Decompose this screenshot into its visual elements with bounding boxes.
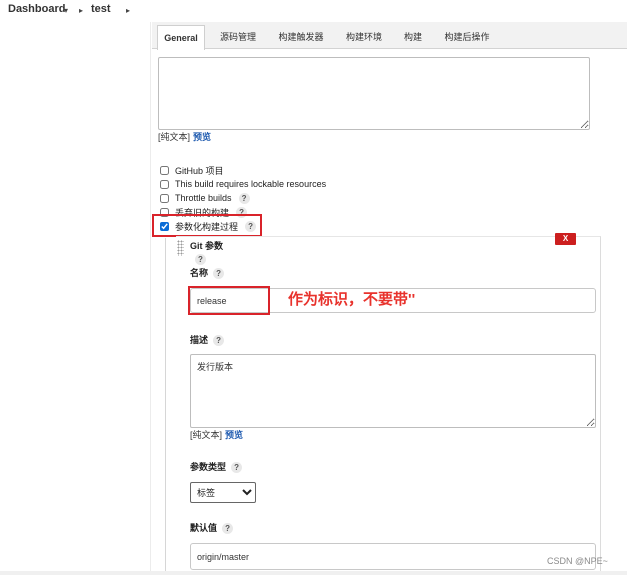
bottom-scroll-strip bbox=[0, 571, 627, 575]
default-value-input[interactable] bbox=[190, 543, 596, 570]
drag-handle-icon[interactable] bbox=[177, 240, 184, 256]
description-label-text: 描述 bbox=[190, 335, 209, 345]
help-icon[interactable]: ? bbox=[195, 254, 206, 265]
parameter-type-select[interactable]: 标签 bbox=[190, 482, 256, 503]
default-value-label-text: 默认值 bbox=[190, 523, 218, 533]
parameter-title: Git 参数 bbox=[190, 241, 223, 251]
config-tab-bar: General 源码管理 构建触发器 构建环境 构建 构建后操作 bbox=[152, 22, 627, 50]
tab-source-code-management[interactable]: 源码管理 bbox=[216, 25, 260, 49]
main-panel-divider bbox=[150, 22, 151, 575]
option-label: GitHub 项目 bbox=[175, 165, 224, 176]
help-icon[interactable]: ? bbox=[231, 462, 243, 473]
annotation-note: 作为标识，不要带'' bbox=[288, 291, 416, 308]
help-icon[interactable]: ? bbox=[213, 268, 225, 279]
highlight-box-name bbox=[188, 286, 270, 315]
breadcrumb: Dashboard ▾ ▸ test ▸ bbox=[0, 0, 150, 18]
preview-link[interactable]: 预览 bbox=[193, 132, 211, 142]
description-label: 描述? bbox=[190, 334, 225, 346]
plain-text-label: [纯文本] bbox=[158, 132, 191, 142]
breadcrumb-dashboard[interactable]: Dashboard bbox=[8, 3, 65, 16]
default-value-label: 默认值? bbox=[190, 522, 234, 534]
name-label-text: 名称 bbox=[190, 268, 209, 278]
chevron-right-icon: ▸ bbox=[79, 6, 84, 15]
tab-build-triggers[interactable]: 构建触发器 bbox=[274, 25, 328, 49]
option-label: This build requires lockable resources bbox=[175, 179, 327, 189]
description-format-bar: [纯文本] 预览 bbox=[158, 132, 211, 143]
lockable-resources-checkbox[interactable] bbox=[160, 179, 169, 189]
help-icon[interactable]: ? bbox=[238, 192, 250, 204]
preview-link[interactable]: 预览 bbox=[225, 430, 243, 440]
plain-text-label: [纯文本] bbox=[190, 430, 223, 440]
chevron-right-icon: ▸ bbox=[126, 6, 131, 15]
tab-post-build-actions[interactable]: 构建后操作 bbox=[440, 25, 494, 49]
option-throttle-builds[interactable]: Throttle builds ? bbox=[160, 192, 250, 204]
help-icon[interactable]: ? bbox=[213, 335, 225, 346]
name-label: 名称? bbox=[190, 267, 225, 279]
delete-parameter-button[interactable]: X bbox=[555, 233, 576, 245]
option-label: Throttle builds bbox=[175, 193, 232, 203]
option-github-project[interactable]: GitHub 项目 bbox=[160, 164, 224, 176]
parameter-description-format-bar: [纯文本] 预览 bbox=[190, 430, 243, 441]
parameter-type-label-text: 参数类型 bbox=[190, 462, 227, 472]
option-lockable-resources[interactable]: This build requires lockable resources bbox=[160, 178, 326, 190]
job-description-textarea[interactable] bbox=[158, 57, 590, 130]
tab-build-environment[interactable]: 构建环境 bbox=[342, 25, 386, 49]
highlight-box-parameterized bbox=[152, 214, 262, 237]
parameter-type-label: 参数类型? bbox=[190, 461, 243, 473]
parameter-list-line bbox=[165, 238, 166, 575]
github-project-checkbox[interactable] bbox=[160, 165, 169, 175]
watermark: CSDN @NPE~ bbox=[547, 556, 608, 566]
breadcrumb-test[interactable]: test bbox=[91, 3, 111, 16]
help-icon[interactable]: ? bbox=[222, 523, 234, 534]
tab-build[interactable]: 构建 bbox=[400, 25, 426, 49]
tab-general[interactable]: General bbox=[157, 25, 205, 50]
chevron-down-icon[interactable]: ▾ bbox=[64, 4, 68, 17]
throttle-builds-checkbox[interactable] bbox=[160, 193, 169, 203]
parameter-description-textarea[interactable]: 发行版本 bbox=[190, 354, 596, 428]
